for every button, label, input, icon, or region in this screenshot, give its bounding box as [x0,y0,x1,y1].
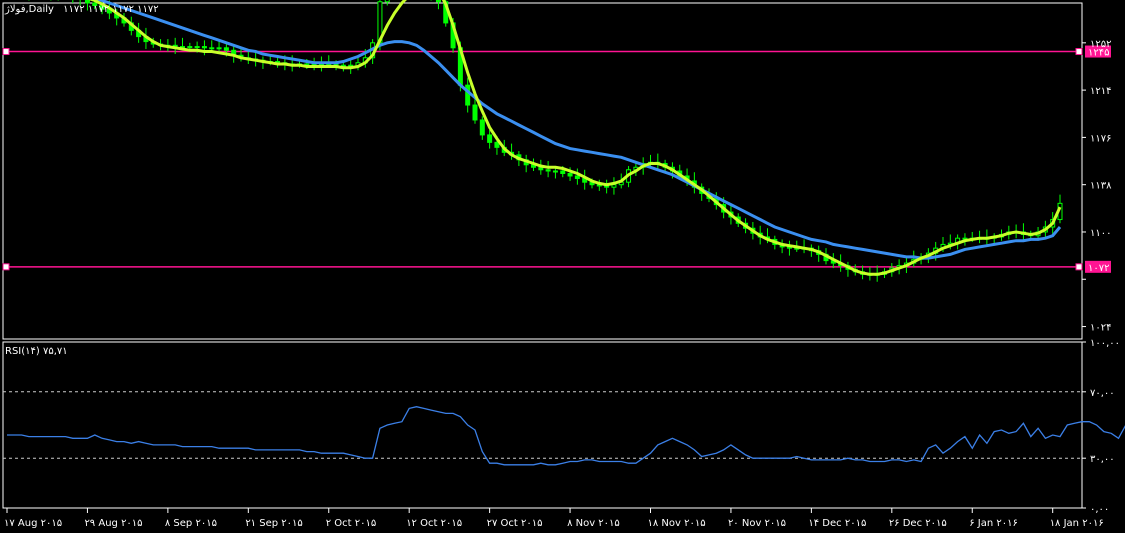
main-chart-frame [2,2,1083,509]
candle-body [216,47,222,50]
candle-body [545,169,551,172]
date-tick-label: ۸ Nov ۲۰۱۵ [567,518,620,529]
date-tick-label: ۲۰ Nov ۲۰۱۵ [728,518,786,529]
date-tick-label: ۱۸ Jan ۲۰۱۶ [1050,518,1104,529]
date-tick-label: ۶ Jan ۲۰۱۶ [969,518,1018,529]
date-tick-label: ۱۲ Oct ۲۰۱۵ [406,518,462,529]
rsi-header: RSI(۱۴) ۷۵,۷۱ [5,346,68,357]
date-tick-label: ۱۷ Aug ۲۰۱۵ [4,518,62,529]
sma-slow-line [96,0,1062,260]
date-tick-label: ۱۸ Nov ۲۰۱۵ [648,518,706,529]
candle-body [567,172,573,177]
candle-body [435,0,441,3]
price-axis: ۱۰۲۴ ۱۱۰۰ ۱۱۳۸ ۱۱۷۶ ۱۲۱۴ ۱۲۵۲ [1082,39,1112,334]
candle-body [574,175,580,179]
price-tick-label: ۱۲۵۲ [1090,39,1111,50]
rsi-tick-label: ۰,۰۰ [1090,504,1109,515]
horizontal-lines[interactable]: ۱۲۴۵۱۰۷۲ [2,45,1111,274]
hline-handle-left[interactable] [2,263,10,271]
hline-handle-right[interactable] [1075,263,1083,271]
candle-body [194,46,200,49]
candle-body [84,0,90,4]
date-tick-label: ۲ Oct ۲۰۱۵ [326,518,377,529]
date-tick-label: ۸ Sep ۲۰۱۵ [165,518,217,529]
time-axis: ۱۷ Aug ۲۰۱۵ ۲۹ Aug ۲۰۱۵ ۸ Sep ۲۰۱۵ ۲۱ Sep ۲… [4,508,1104,529]
candle-body [487,134,493,143]
sma-fast-line [88,0,1062,276]
moving-average-lines [88,0,1062,276]
candle-body [384,0,390,3]
date-tick-label: ۲۶ Dec ۲۰۱۵ [889,518,947,529]
price-tick-label: ۱۱۳۸ [1090,181,1112,192]
ohlc-values: ۱۱۷۲ ۱۱۷۲ ۱۱۷۲ ۱۱۷۲ [63,4,158,15]
candle-body [560,170,566,174]
hline-handle-right[interactable] [1075,48,1083,56]
date-tick-label: ۲۷ Oct ۲۰۱۵ [487,518,543,529]
candle-body [552,170,558,173]
symbol-timeframe: فولاژ,Daily [4,4,54,15]
rsi-frame-border [2,341,1083,509]
candle-body [201,46,207,49]
candle-body [479,119,485,136]
main-frame-border [2,2,1083,340]
date-tick-label: ۲۱ Sep ۲۰۱۵ [245,518,302,529]
candle-body [494,141,500,148]
candle-body [472,104,478,121]
date-tick-label: ۲۹ Aug ۲۰۱۵ [84,518,142,529]
candle-body [209,47,215,50]
candle-body [187,46,193,49]
rsi-tick-label: ۱۰۰,۰۰ [1090,338,1120,349]
date-tick-label: ۱۴ Dec ۲۰۱۵ [808,518,866,529]
rsi-tick-label: ۷۰,۰۰ [1090,388,1115,399]
chart-svg: ۱۲۴۵۱۰۷۲ ۱۰۲۴ ۱۱۰۰ ۱۱۳۸ ۱۱۷۶ ۱۲۱۴ ۱۲۵۲ ۰,۰۰ ۳۰… [2,0,1125,529]
symbol-header: فولاژ,Daily ۱۱۷۲ ۱۱۷۲ ۱۱۷۲ ۱۱۷۲ [4,4,159,15]
price-tick-label: ۱۱۰۰ [1090,228,1111,239]
hline-price-label: ۱۰۷۲ [1088,263,1109,274]
price-tick-label: ۱۱۷۶ [1090,133,1111,144]
rsi-panel: ۰,۰۰ ۳۰,۰۰ ۷۰,۰۰ ۱۰۰,۰۰ [3,338,1125,515]
price-tick-label: ۱۰۲۴ [1090,323,1111,334]
candle-body [223,47,229,51]
candles [28,0,1063,282]
candle-body [465,84,471,106]
price-tick-label: ۱۲۱۴ [1090,86,1111,97]
rsi-tick-label: ۳۰,۰۰ [1090,454,1115,465]
hline-handle-left[interactable] [2,48,10,56]
rsi-line [7,406,1125,466]
